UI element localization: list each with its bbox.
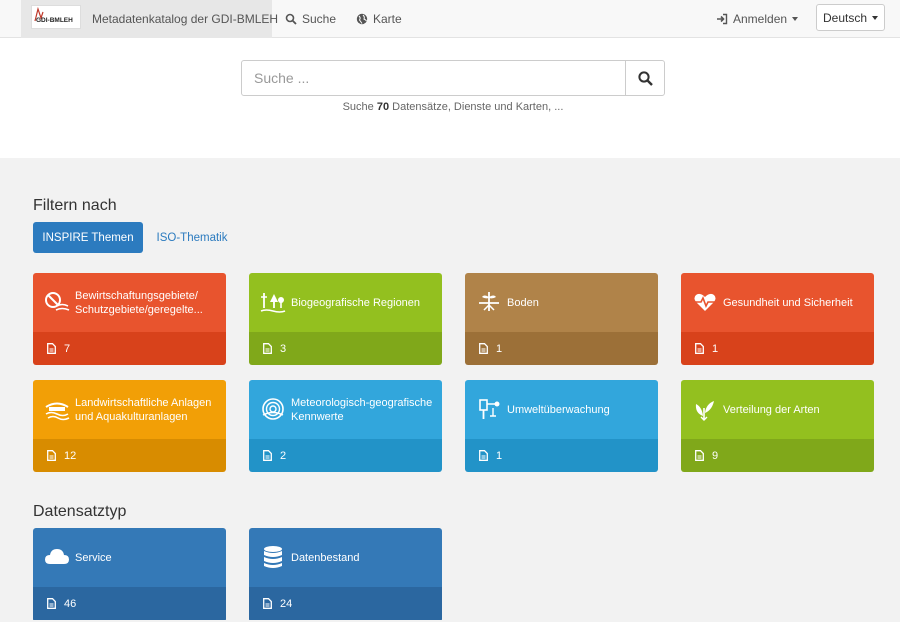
species-icon (695, 401, 714, 421)
card-label: Meteorologisch-geografische Kennwerte (291, 396, 433, 423)
tab-iso-topics[interactable]: ISO-Thematik (148, 222, 236, 253)
cloud-icon (45, 549, 69, 564)
soil-icon (479, 292, 499, 311)
navbar: GDI-BMLEH Metadatenkatalog der GDI-BMLEH… (0, 0, 900, 38)
filter-title: Filtern nach (33, 197, 117, 214)
search-hint-prefix: Suche (342, 101, 374, 113)
topic-card[interactable]: Biogeografische Regionen 3 (249, 273, 442, 365)
agriculture-icon (45, 402, 70, 421)
card-count: 1 (496, 449, 503, 462)
card-count: 12 (64, 449, 77, 462)
monitoring-icon (479, 399, 500, 419)
datatype-title: Datensatztyp (33, 503, 127, 520)
card-count: 2 (280, 449, 287, 462)
chevron-down-icon (872, 15, 879, 20)
nav-search-link[interactable]: Suche (285, 12, 336, 26)
file-icon (695, 450, 704, 461)
card-count: 1 (496, 342, 503, 355)
app-title[interactable]: Metadatenkatalog der GDI-BMLEH (92, 12, 278, 26)
file-icon (263, 450, 272, 461)
database-icon (264, 546, 282, 568)
file-icon (263, 343, 272, 354)
topic-card[interactable]: Umweltüberwachung 1 (465, 380, 658, 472)
card-label: Bewirtschaftungsgebiete/ Schutzgebiete/g… (75, 289, 203, 316)
card-label: Service (75, 551, 112, 564)
file-icon (695, 343, 704, 354)
svg-text:GDI-BMLEH: GDI-BMLEH (36, 17, 73, 24)
search-hint: Suche 70 Datensätze, Dienste und Karten,… (241, 101, 665, 113)
card-label: Umweltüberwachung (507, 403, 610, 416)
card-label: Datenbestand (291, 551, 360, 564)
file-icon (47, 343, 56, 354)
logo[interactable]: GDI-BMLEH (31, 5, 81, 29)
card-count: 1 (712, 342, 719, 355)
sign-in-icon (717, 13, 728, 25)
datatype-card-dataset[interactable]: Datenbestand 24 (249, 528, 442, 622)
search-button[interactable] (625, 60, 665, 96)
topic-card[interactable]: Verteilung der Arten 9 (681, 380, 874, 472)
file-icon (47, 598, 56, 609)
brand[interactable]: GDI-BMLEH Metadatenkatalog der GDI-BMLEH (21, 0, 278, 38)
card-label: Landwirtschaftliche Anlagen und Aquakult… (75, 396, 212, 423)
search-input[interactable] (241, 60, 626, 96)
topic-card[interactable]: Bewirtschaftungsgebiete/ Schutzgebiete/g… (33, 273, 226, 365)
card-count: 3 (280, 342, 287, 355)
restricted-zones-icon (45, 292, 70, 311)
card-count: 9 (712, 449, 719, 462)
card-count: 24 (280, 597, 293, 610)
nav-map-link[interactable]: Karte (356, 12, 402, 26)
file-icon (47, 450, 56, 461)
globe-icon (356, 13, 368, 25)
card-label: Boden (507, 296, 539, 309)
search-icon (637, 70, 653, 86)
topic-card[interactable]: Gesundheit und Sicherheit 1 (681, 273, 874, 365)
card-count: 7 (64, 342, 71, 355)
chevron-down-icon (792, 17, 799, 21)
card-count: 46 (64, 597, 77, 610)
search-hint-suffix: Datensätze, Dienste und Karten, ... (392, 101, 564, 113)
language-dropdown[interactable]: Deutsch (816, 4, 885, 31)
nav-map-label: Karte (373, 12, 402, 26)
search-icon (285, 13, 297, 25)
language-label: Deutsch (822, 10, 868, 25)
topic-card[interactable]: Boden 1 (465, 273, 658, 365)
search-area: Suche 70 Datensätze, Dienste und Karten,… (0, 38, 900, 158)
bio-regions-icon (260, 293, 286, 313)
topic-card[interactable]: Meteorologisch-geografische Kennwerte 2 (249, 380, 442, 472)
card-label: Verteilung der Arten (723, 403, 820, 416)
file-icon (263, 598, 272, 609)
card-label: Biogeografische Regionen (291, 296, 421, 309)
file-icon (479, 450, 488, 461)
tab-inspire-themes[interactable]: INSPIRE Themen (33, 222, 143, 253)
meteorology-icon (262, 398, 284, 420)
health-icon (694, 293, 716, 311)
card-label: Gesundheit und Sicherheit (723, 296, 853, 309)
nav-search-label: Suche (302, 12, 337, 26)
login-dropdown[interactable]: Anmelden (716, 12, 799, 26)
file-icon (479, 343, 488, 354)
record-count: 70 (376, 101, 390, 113)
topic-card[interactable]: Landwirtschaftliche Anlagen und Aquakult… (33, 380, 226, 472)
datatype-card-service[interactable]: Service 46 (33, 528, 226, 622)
login-label: Anmelden (733, 12, 788, 26)
